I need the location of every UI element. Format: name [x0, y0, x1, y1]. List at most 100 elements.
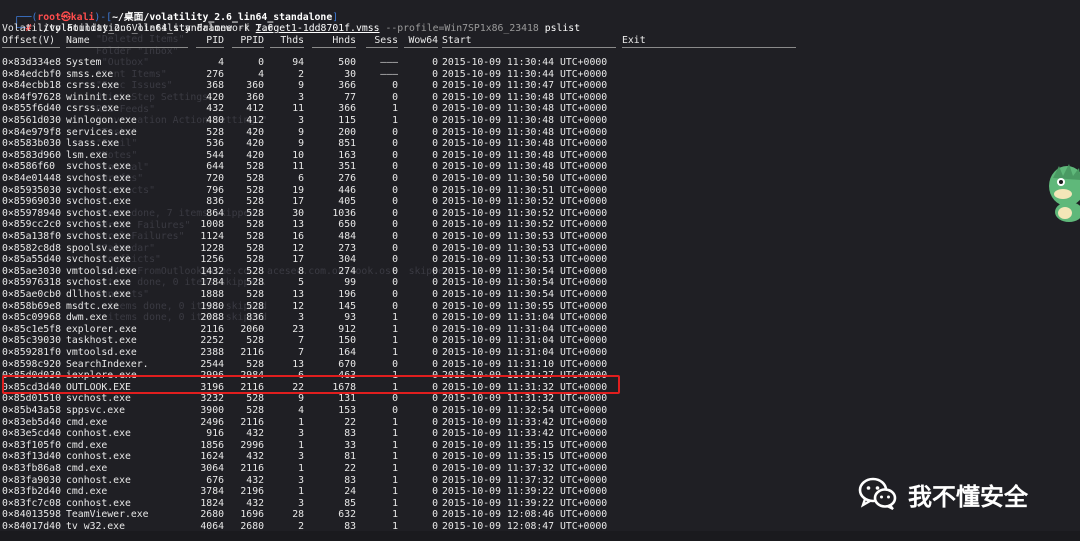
- cell-offset: 0×85969030: [2, 196, 61, 208]
- cell-thds: 7: [298, 347, 304, 358]
- cell-name: svchost.exe: [66, 231, 131, 242]
- cell-sess: 1: [392, 451, 398, 463]
- cell-pid: 1980: [200, 300, 224, 312]
- cell-wow64: 0: [432, 405, 438, 416]
- command-plugin: pslist: [544, 23, 581, 35]
- cell-thds: 7: [298, 335, 304, 347]
- cell-pid: 1624: [200, 451, 224, 463]
- cell-start: 2015-10-09 11:30:52 UTC+0000: [442, 219, 608, 231]
- cell-wow64: 0: [432, 138, 438, 150]
- cell-offset: 0×85c39030: [2, 335, 61, 347]
- cell-name: lsass.exe: [66, 138, 120, 150]
- cell-ppid: 412: [246, 115, 264, 126]
- cell-wow64: 0: [432, 80, 438, 92]
- cell-thds: 19: [292, 184, 304, 196]
- table-row: 0×8561d030 winlogon.exe 480 412 3 115 1 0 2015-1…: [2, 115, 802, 127]
- cell-start: 2015-10-09 11:35:15 UTC+0000: [442, 439, 608, 451]
- cell-ppid: 0: [258, 57, 264, 68]
- cell-ppid: 432: [246, 428, 264, 440]
- table-row: 0×83d334e8 System 4 0 94 500 ——— 0 2015-10-09 11…: [2, 57, 802, 69]
- cell-ppid: 528: [246, 358, 264, 370]
- table-header-rule: [2, 44, 802, 50]
- table-row: 0×855f6d40 csrss.exe 432 412 11 366 1 0 2015-10-…: [2, 103, 802, 115]
- cell-sess: 0: [392, 393, 398, 405]
- cell-name: taskhost.exe: [66, 335, 137, 347]
- wechat-watermark: 我不懂安全: [858, 476, 1028, 512]
- cell-pid: 2252: [200, 335, 224, 347]
- cell-sess: 0: [392, 277, 398, 289]
- cell-start: 2015-10-09 11:33:42 UTC+0000: [442, 428, 608, 440]
- command-profile-flag: --profile=Win7SP1x86_23418: [385, 23, 539, 35]
- cell-wow64: 0: [432, 358, 438, 370]
- cell-thds: 17: [292, 196, 304, 208]
- cell-offset: 0×83eb5d40: [2, 416, 61, 428]
- cell-start: 2015-10-09 11:31:04 UTC+0000: [442, 335, 608, 347]
- cell-sess: 0: [392, 405, 398, 416]
- cell-start: 2015-10-09 11:31:04 UTC+0000: [442, 323, 608, 335]
- cell-pid: 1432: [200, 265, 224, 277]
- cell-sess: 1: [392, 486, 398, 498]
- cell-thds: 12: [292, 300, 304, 312]
- table-row: 0×85969030 svchost.exe 836 528 17 405 0 0 2015-1…: [2, 196, 802, 208]
- table-row: 0×84ecbb18 csrss.exe 368 360 9 366 0 0 2015-10-0…: [2, 80, 802, 92]
- cell-wow64: 0: [432, 428, 438, 440]
- cell-wow64: 0: [432, 416, 438, 428]
- cell-thds: 13: [292, 219, 304, 231]
- cell-hnds: 196: [338, 289, 356, 300]
- cell-name: cmd.exe: [66, 416, 108, 428]
- cell-name: svchost.exe: [66, 254, 131, 266]
- cell-sess: 1: [392, 347, 398, 358]
- cell-hnds: 366: [338, 80, 356, 92]
- cell-start: 2015-10-09 11:30:55 UTC+0000: [442, 300, 608, 312]
- cell-name: cmd.exe: [66, 486, 108, 498]
- cell-hnds: 366: [338, 103, 356, 115]
- cell-name: explorer.exe: [66, 323, 137, 335]
- cell-pid: 2116: [200, 323, 224, 335]
- cell-thds: 9: [298, 393, 304, 405]
- cell-offset: 0×8583b030: [2, 138, 61, 150]
- cell-sess: 0: [392, 265, 398, 277]
- cell-pid: 676: [206, 474, 224, 486]
- cell-ppid: 528: [246, 242, 264, 254]
- cell-sess: 0: [392, 149, 398, 161]
- cell-name: svchost.exe: [66, 393, 131, 405]
- table-row: 0×84f97628 wininit.exe 420 360 3 77 0 0 2015-10-…: [2, 92, 802, 104]
- cell-sess: 0: [392, 219, 398, 231]
- cell-pid: 432: [206, 103, 224, 115]
- cell-start: 2015-10-09 11:30:47 UTC+0000: [442, 80, 608, 92]
- cell-pid: 1856: [200, 439, 224, 451]
- cell-sess: 0: [392, 184, 398, 196]
- cell-hnds: 99: [344, 277, 356, 289]
- cell-name: dwm.exe: [66, 312, 108, 324]
- cell-start: 2015-10-09 11:30:53 UTC+0000: [442, 254, 608, 266]
- cell-name: msdtc.exe: [66, 300, 120, 312]
- table-row: 0×85a138f0 svchost.exe 1124 528 16 484 0 0 2015-…: [2, 231, 802, 243]
- cell-ppid: 2116: [240, 347, 264, 358]
- cell-sess: 1: [392, 115, 398, 126]
- cell-hnds: 405: [338, 196, 356, 208]
- cell-wow64: 0: [432, 231, 438, 242]
- cell-sess: 1: [392, 474, 398, 486]
- cell-name: sppsvc.exe: [66, 405, 125, 416]
- cell-wow64: 0: [432, 463, 438, 474]
- cell-ppid: 2996: [240, 439, 264, 451]
- cell-start: 2015-10-09 11:30:54 UTC+0000: [442, 289, 608, 300]
- cell-wow64: 0: [432, 91, 438, 103]
- cell-name: smss.exe: [66, 68, 114, 80]
- cell-offset: 0×83f13d40: [2, 451, 61, 463]
- cell-start: 2015-10-09 11:30:44 UTC+0000: [442, 57, 608, 68]
- cell-start: 2015-10-09 11:30:54 UTC+0000: [442, 265, 608, 277]
- prompt-line-2[interactable]: └─# ./volatility_2.6_lin64_standalone -f…: [2, 12, 580, 34]
- table-row: 0×85978940 svchost.exe 864 528 30 1036 0 0 2015-…: [2, 208, 802, 220]
- cell-start: 2015-10-09 11:30:53 UTC+0000: [442, 231, 608, 242]
- cell-start: 2015-10-09 11:30:52 UTC+0000: [442, 207, 608, 219]
- cell-offset: 0×8598c920: [2, 358, 61, 370]
- cell-wow64: 0: [432, 486, 438, 498]
- cell-name: System: [66, 57, 102, 68]
- table-row: 0×85c09968 dwm.exe 2088 836 3 93 1 0 2015-10-09 …: [2, 312, 802, 324]
- cell-sess: 0: [392, 289, 398, 300]
- cell-start: 2015-10-09 11:30:48 UTC+0000: [442, 103, 608, 115]
- cell-pid: 1888: [200, 289, 224, 300]
- cell-wow64: 0: [432, 289, 438, 300]
- cell-ppid: 420: [246, 138, 264, 150]
